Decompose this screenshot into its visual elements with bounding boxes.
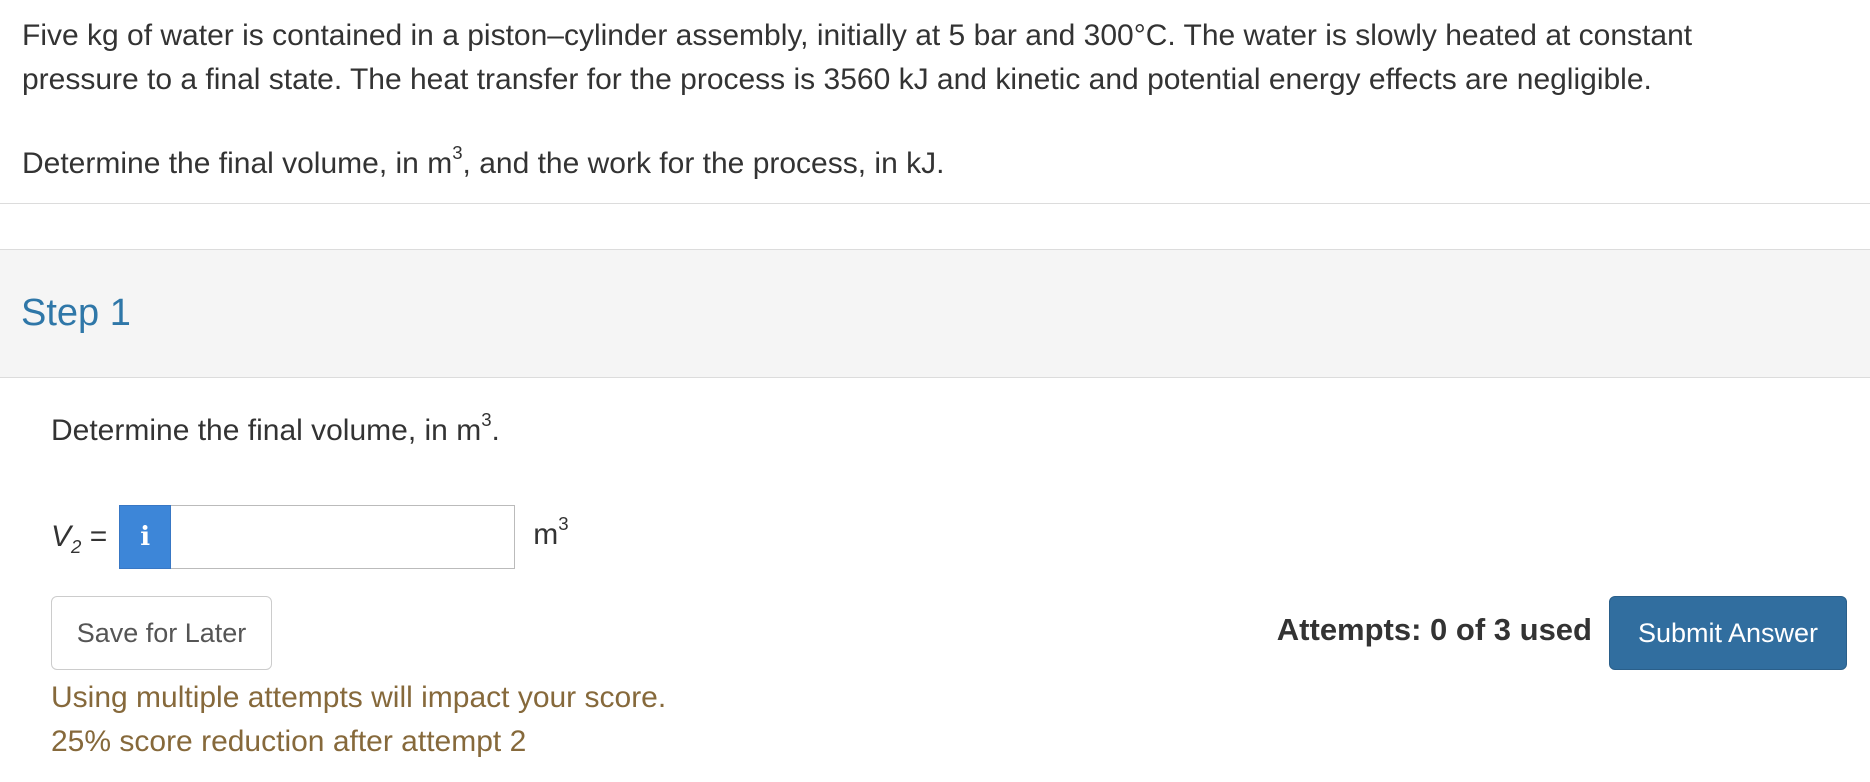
prompt-text: Determine the final volume, in m (51, 414, 482, 447)
unit-superscript: 3 (558, 513, 569, 535)
save-for-later-button[interactable]: Save for Later (51, 596, 272, 670)
problem-line-2: pressure to a final state. The heat tran… (22, 63, 1652, 96)
prompt-text-end: . (491, 414, 500, 447)
problem-statement: Five kg of water is contained in a pisto… (0, 0, 1870, 204)
problem-question: Determine the final volume, in m3, and t… (22, 142, 1848, 186)
attempts-counter: Attempts: 0 of 3 used (1276, 612, 1592, 647)
question-text: Determine the final volume, in m (22, 147, 453, 180)
section-spacer (0, 204, 1870, 250)
info-icon-glyph: i (140, 522, 151, 552)
problem-text: Five kg of water is contained in a pisto… (22, 14, 1848, 102)
info-icon[interactable]: i (119, 505, 172, 569)
variable-symbol: V (51, 520, 72, 553)
volume-answer-input[interactable] (171, 505, 516, 569)
submit-answer-button[interactable]: Submit Answer (1609, 596, 1847, 670)
attempt-warning: Using multiple attempts will impact your… (51, 676, 666, 764)
step-prompt: Determine the final volume, in m3. (51, 410, 500, 448)
variable-subscript: 2 (71, 536, 82, 557)
step-header: Step 1 (0, 250, 1870, 378)
equals-sign: = (81, 520, 108, 553)
prompt-superscript: 3 (481, 409, 492, 431)
question-superscript: 3 (452, 142, 463, 164)
answer-row: V2 = i m3 (51, 504, 569, 570)
warning-line-2: 25% score reduction after attempt 2 (51, 725, 527, 758)
unit-label: m3 (533, 514, 568, 552)
unit-text: m (533, 518, 559, 551)
step-title: Step 1 (21, 292, 131, 334)
step-body: Determine the final volume, in m3. V2 = … (0, 378, 1870, 763)
warning-line-1: Using multiple attempts will impact your… (51, 681, 667, 714)
variable-label: V2 = (51, 520, 108, 557)
question-text-end: , and the work for the process, in kJ. (462, 147, 945, 180)
problem-line-1: Five kg of water is contained in a pisto… (22, 19, 1693, 52)
